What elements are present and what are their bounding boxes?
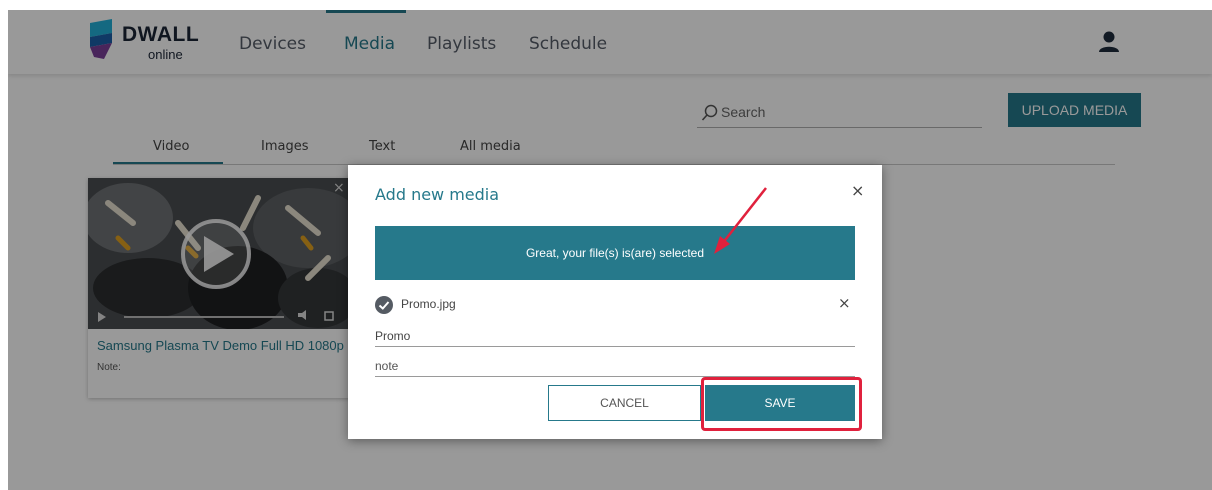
modal-title: Add new media: [375, 185, 500, 204]
selected-file-name: Promo.jpg: [401, 297, 456, 311]
remove-file-icon[interactable]: ×: [838, 294, 851, 312]
file-drop-zone[interactable]: Great, your file(s) is(are) selected: [375, 226, 855, 280]
save-highlight-box: [701, 377, 862, 431]
modal-close-icon[interactable]: ×: [851, 181, 864, 200]
media-name-field[interactable]: [375, 327, 855, 347]
check-circle-icon: [375, 296, 393, 314]
selected-file-row: Promo.jpg ×: [375, 294, 855, 316]
app-window: DWALL online Devices Media Playlists Sch…: [8, 10, 1212, 490]
cancel-button[interactable]: CANCEL: [548, 385, 701, 421]
media-note-field[interactable]: [375, 357, 855, 377]
drop-zone-message: Great, your file(s) is(are) selected: [525, 246, 705, 260]
